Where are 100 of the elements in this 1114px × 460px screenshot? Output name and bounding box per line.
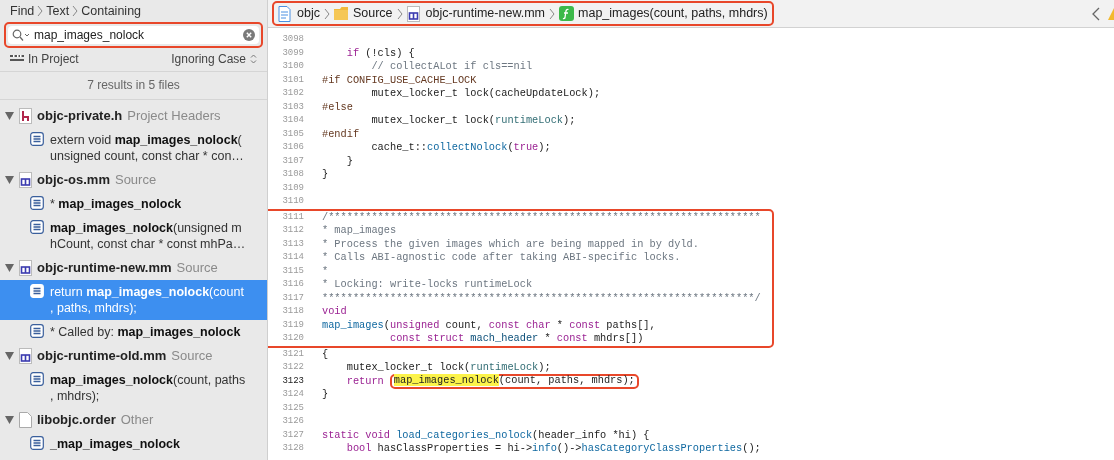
line-number: 3114 [281, 251, 304, 264]
file-icon [19, 172, 32, 188]
code-text: * [543, 332, 552, 346]
expanded-triangle-icon[interactable] [5, 352, 14, 360]
code-text: ( [383, 318, 390, 332]
search-result[interactable]: _map_images_nolock [0, 432, 267, 456]
code-text: * Calls ABI-agnostic code after taking ABI-specific locks. [322, 251, 681, 265]
line-number: 3120 [281, 332, 304, 345]
code-text: (); [742, 442, 761, 456]
line-number: 3111 [281, 210, 304, 224]
line-number: 3108 [281, 168, 304, 181]
expanded-triangle-icon[interactable] [5, 264, 14, 272]
results-summary: 7 results in 5 files [0, 71, 267, 100]
code-text: * [555, 318, 564, 332]
line-number: 3116 [281, 278, 304, 291]
line-number: 3127 [281, 428, 304, 442]
code-text: bool [345, 442, 372, 456]
code-text: cache_t:: [370, 141, 428, 155]
file-name[interactable]: objc-private.h [37, 106, 123, 126]
file-name[interactable]: libobjc.order [37, 410, 116, 430]
search-input[interactable]: map_images_nolock [34, 26, 239, 44]
code-text: return [345, 374, 384, 388]
code-text: * map_images [322, 224, 397, 238]
code-text: /********************************************************************** [322, 210, 761, 224]
line-number: 3121 [281, 347, 304, 361]
file-name[interactable]: objc-os.mm [37, 170, 110, 190]
line-number: 3123 [281, 374, 304, 388]
code-text: static void [322, 428, 390, 442]
code-text: { [322, 347, 329, 361]
code-text: map_images_nolock [393, 373, 499, 386]
search-result[interactable]: map_images_nolock(unsigned m hCount, const char * const mhPa… [0, 216, 267, 256]
file-group: Source [171, 346, 213, 366]
chevron-icon [549, 7, 556, 20]
code-text: hasCategoryClassProperties [581, 442, 743, 456]
match-icon [30, 372, 44, 386]
jump-bar-item[interactable]: objc [297, 4, 320, 23]
code-text: **********************************************************************/ [322, 291, 761, 305]
code-text: if [345, 46, 360, 60]
expanded-triangle-icon[interactable] [5, 176, 14, 184]
jump-bar-item[interactable]: objc-runtime-new.mm [425, 4, 546, 23]
match-icon [30, 132, 44, 146]
line-number: 3103 [281, 100, 304, 114]
code-text: } [345, 154, 353, 168]
search-result[interactable]: *map_images_nolock [0, 192, 267, 216]
scope-selector[interactable]: In Project [28, 50, 79, 68]
code-text: ()-> [556, 442, 582, 456]
code-text: ( [507, 141, 514, 155]
function-icon [559, 5, 575, 22]
code-text: runtimeLock [495, 114, 563, 128]
match-icon [30, 436, 44, 450]
code-text: true [513, 141, 539, 155]
code-text: } [322, 388, 329, 402]
expanded-triangle-icon[interactable] [5, 416, 14, 424]
file-icon [406, 5, 422, 22]
code-text: hasClassProperties = hi-> [376, 442, 533, 456]
code-text: mutex_locker_t lock( [345, 361, 471, 375]
path-item[interactable]: Find [10, 1, 35, 21]
line-number: 3124 [281, 388, 304, 401]
code-text: load_categories_nolock [395, 428, 533, 442]
code-text: * Process the given images which are being mapped in by dyld. [322, 237, 699, 251]
code-text: ); [563, 114, 576, 128]
code-text: #if CONFIG_USE_CACHE_LOCK [322, 73, 477, 87]
code-text: #else [322, 100, 353, 114]
file-group: Source [176, 258, 218, 278]
match-icon [30, 220, 44, 234]
back-icon [1092, 6, 1100, 21]
file-name[interactable]: objc-runtime-new.mm [37, 258, 172, 278]
code-text: mach_header [469, 332, 539, 346]
expanded-triangle-icon[interactable] [5, 112, 14, 120]
line-number: 3098 [281, 33, 304, 46]
search-result[interactable]: extern void map_images_nolock( unsigned count, const char * con… [0, 128, 267, 168]
file-name[interactable]: objc-runtime-old.mm [37, 346, 167, 366]
code-text: mutex_locker_t lock(cacheUpdateLock); [370, 87, 601, 101]
code-text: runtimeLock [470, 361, 539, 375]
path-item[interactable]: Containing [81, 1, 142, 21]
line-number: 3128 [281, 442, 304, 455]
case-selector[interactable]: Ignoring Case [171, 50, 246, 68]
line-number: 3107 [281, 154, 304, 168]
chevron-icon [323, 7, 330, 20]
jump-bar-item[interactable]: map_images(count, paths, mhdrs) [578, 4, 768, 23]
chevron-icon [37, 5, 44, 17]
line-number: 3106 [281, 141, 304, 154]
search-result[interactable]: * Called by: map_images_nolock [0, 320, 267, 344]
search-result[interactable]: map_images_nolock(count, paths , mhdrs); [0, 368, 267, 408]
line-number: 3126 [281, 415, 304, 428]
code-text: unsigned [390, 318, 440, 332]
line-number: 3113 [281, 237, 304, 251]
code-text: const [556, 332, 588, 346]
code-text: #endif [322, 127, 360, 141]
path-item[interactable]: Text [46, 1, 70, 21]
line-number: 3099 [281, 46, 304, 60]
search-field[interactable]: map_images_nolock [8, 26, 259, 44]
scope-icon [10, 54, 24, 64]
jump-bar-item[interactable]: Source [352, 4, 393, 23]
line-number: 3125 [281, 401, 304, 415]
line-number: 3115 [281, 264, 304, 278]
file-icon [19, 108, 32, 124]
up-down-icon [250, 53, 257, 65]
code-text: mhdrs[]) [592, 332, 644, 346]
code-text: * [322, 264, 329, 278]
